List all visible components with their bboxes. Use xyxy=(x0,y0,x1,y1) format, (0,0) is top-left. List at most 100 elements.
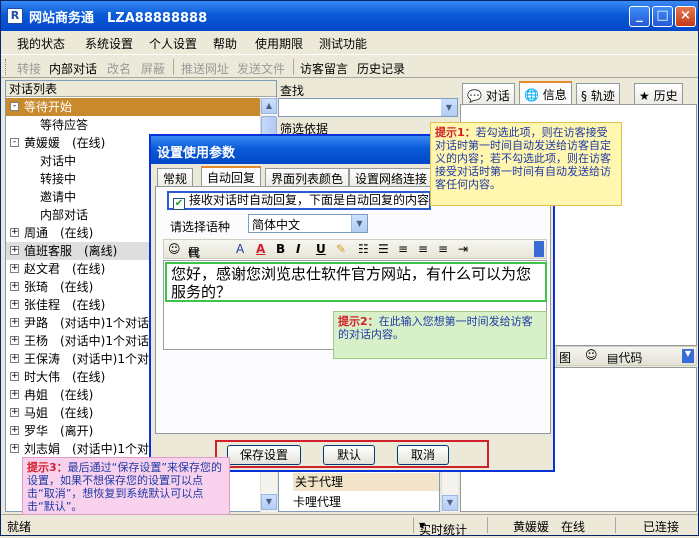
expand-icon[interactable]: + xyxy=(10,318,19,327)
menu-test[interactable]: 测试功能 xyxy=(319,35,367,52)
save-settings-button[interactable]: 保存设置 xyxy=(227,445,301,465)
expand-icon[interactable]: + xyxy=(10,282,19,291)
smile-icon[interactable]: ☺ xyxy=(168,242,181,256)
cancel-button[interactable]: 取消 xyxy=(397,445,449,465)
bullet-list-icon[interactable]: ☰ xyxy=(378,242,389,256)
tree-row[interactable]: - 等待开始 xyxy=(6,98,260,116)
tree-row[interactable]: 等待应答 xyxy=(6,116,260,134)
search-combo[interactable]: ▼ xyxy=(278,98,458,117)
auto-reply-checkbox[interactable]: ✔ xyxy=(173,198,185,210)
smile-icon[interactable]: ☺ xyxy=(585,348,598,362)
tab-history-label: 历史 xyxy=(653,89,678,103)
code-button[interactable]: ▤代码 xyxy=(607,349,642,366)
chevron-down-icon[interactable]: ▼ xyxy=(682,349,694,363)
push-url-button[interactable]: 推送网址 xyxy=(181,60,229,77)
rename-button[interactable]: 改名 xyxy=(107,60,131,77)
status-divider xyxy=(615,517,616,533)
right-tabs: 💬 对话 🌐 信息 § 轨迹 ★ 历史 xyxy=(460,81,697,104)
app-icon: R xyxy=(7,8,23,24)
auto-reply-message[interactable]: 您好，感谢您浏览忠仕软件官方网站，有什么可以为您服务的？ xyxy=(165,262,547,302)
collapse-icon[interactable]: - xyxy=(10,138,19,147)
history-button[interactable]: 历史记录 xyxy=(357,60,405,77)
font-size-icon[interactable]: A xyxy=(236,242,244,256)
menu-system-settings[interactable]: 系统设置 xyxy=(85,35,133,52)
list-item[interactable]: 关于代理 xyxy=(293,473,439,491)
scroll-down-button[interactable]: ▼ xyxy=(442,495,458,511)
tab-chat-label: 对话 xyxy=(485,89,510,103)
stats-label: 实时统计 xyxy=(419,523,468,537)
send-file-button[interactable]: 发送文件 xyxy=(237,60,285,77)
status-divider xyxy=(487,517,488,533)
tree-row-label: 赵文君 (在线) xyxy=(24,262,106,276)
tree-row-label: 周通 (在线) xyxy=(24,226,94,240)
tab-track[interactable]: § 轨迹 xyxy=(576,83,620,104)
hint-callout-2: 提示2：在此输入您想第一时间发给访客的对话内容。 xyxy=(333,311,547,359)
expand-icon[interactable]: + xyxy=(10,246,19,255)
expand-icon[interactable]: + xyxy=(10,390,19,399)
align-left-icon[interactable]: ≡ xyxy=(398,242,408,256)
expand-icon[interactable]: + xyxy=(10,372,19,381)
tree-row-label: 张佳程 (在线) xyxy=(24,298,106,312)
chevron-down-icon[interactable] xyxy=(534,241,544,257)
tree-row-label: 尹路 (对话中)1个对话 xyxy=(24,316,149,330)
font-color-icon[interactable]: A xyxy=(256,242,265,256)
ordered-list-icon[interactable]: ☷ xyxy=(358,242,369,256)
scroll-up-button[interactable]: ▲ xyxy=(261,98,277,114)
toolbar-grip xyxy=(5,59,8,75)
menu-help[interactable]: 帮助 xyxy=(213,35,237,52)
collapse-icon[interactable]: - xyxy=(10,102,19,111)
expand-icon[interactable]: + xyxy=(10,426,19,435)
expand-icon[interactable]: + xyxy=(10,354,19,363)
minimize-button[interactable]: _ xyxy=(629,6,650,27)
menu-bar: 我的状态 系统设置 个人设置 帮助 使用期限 测试功能 xyxy=(1,31,698,53)
transfer-button[interactable]: 转接 xyxy=(17,60,41,77)
chevron-down-icon[interactable]: ▼ xyxy=(441,99,457,116)
underline-button[interactable]: U xyxy=(316,242,326,256)
expand-icon[interactable]: + xyxy=(10,228,19,237)
status-divider xyxy=(413,517,414,533)
tab-auto-reply[interactable]: 自动回复 xyxy=(201,166,262,186)
toolbar-separator xyxy=(293,59,294,75)
align-right-icon[interactable]: ≡ xyxy=(438,242,448,256)
tree-row-label: 值班客服 (离线) xyxy=(24,244,118,258)
maximize-button[interactable]: □ xyxy=(652,6,673,27)
menu-usage-period[interactable]: 使用期限 xyxy=(255,35,303,52)
internal-chat-button[interactable]: 内部对话 xyxy=(49,60,97,77)
italic-button[interactable]: I xyxy=(296,242,300,256)
hint2-title: 提示2： xyxy=(338,315,379,328)
expand-icon[interactable]: + xyxy=(10,300,19,309)
auto-reply-panel: ✔ 接收对话时自动回复，下面是自动回复的内容 请选择语种 简体中文 ▼ ☺ ▤代码… xyxy=(155,186,551,434)
bold-button[interactable]: B xyxy=(276,242,285,256)
highlight-icon[interactable]: ✎ xyxy=(336,242,346,256)
indent-icon[interactable]: ⇥ xyxy=(458,242,468,256)
menu-personal-settings[interactable]: 个人设置 xyxy=(149,35,197,52)
menu-my-status[interactable]: 我的状态 xyxy=(17,35,65,52)
tree-row-label: 王保涛 (对话中)1个对话 xyxy=(24,352,161,366)
block-button[interactable]: 屏蔽 xyxy=(141,60,165,77)
language-select[interactable]: 简体中文 ▼ xyxy=(248,214,368,233)
expand-icon[interactable]: + xyxy=(10,336,19,345)
expand-icon[interactable]: + xyxy=(10,408,19,417)
auto-reply-checkbox-row[interactable]: ✔ 接收对话时自动回复，下面是自动回复的内容 xyxy=(167,191,431,210)
scroll-down-button[interactable]: ▼ xyxy=(261,494,277,510)
tab-network[interactable]: 设置网络连接 xyxy=(349,168,434,186)
track-icon: § xyxy=(581,89,587,103)
expand-icon[interactable]: + xyxy=(10,444,19,453)
align-center-icon[interactable]: ≡ xyxy=(418,242,428,256)
tree-row-label: 罗华 (离开) xyxy=(24,424,94,438)
close-button[interactable]: × xyxy=(675,6,696,27)
tab-list-colors[interactable]: 界面列表颜色 xyxy=(265,168,350,186)
tab-chat[interactable]: 💬 对话 xyxy=(462,83,515,104)
list-item[interactable]: 卡哩代理 xyxy=(279,493,439,509)
window-title: 网站商务通 LZA88888888 xyxy=(29,11,208,26)
toolbar-separator xyxy=(173,59,174,75)
default-button[interactable]: 默认 xyxy=(323,445,375,465)
expand-icon[interactable]: + xyxy=(10,264,19,273)
tab-general[interactable]: 常规 xyxy=(157,168,194,186)
visitor-message-button[interactable]: 访客留言 xyxy=(300,60,348,77)
tree-row-label: 等待应答 xyxy=(40,118,89,132)
image-label[interactable]: 图 xyxy=(559,349,571,366)
tab-info[interactable]: 🌐 信息 xyxy=(519,81,572,104)
tab-history[interactable]: ★ 历史 xyxy=(634,83,683,104)
chevron-down-icon[interactable]: ▼ xyxy=(351,215,367,232)
